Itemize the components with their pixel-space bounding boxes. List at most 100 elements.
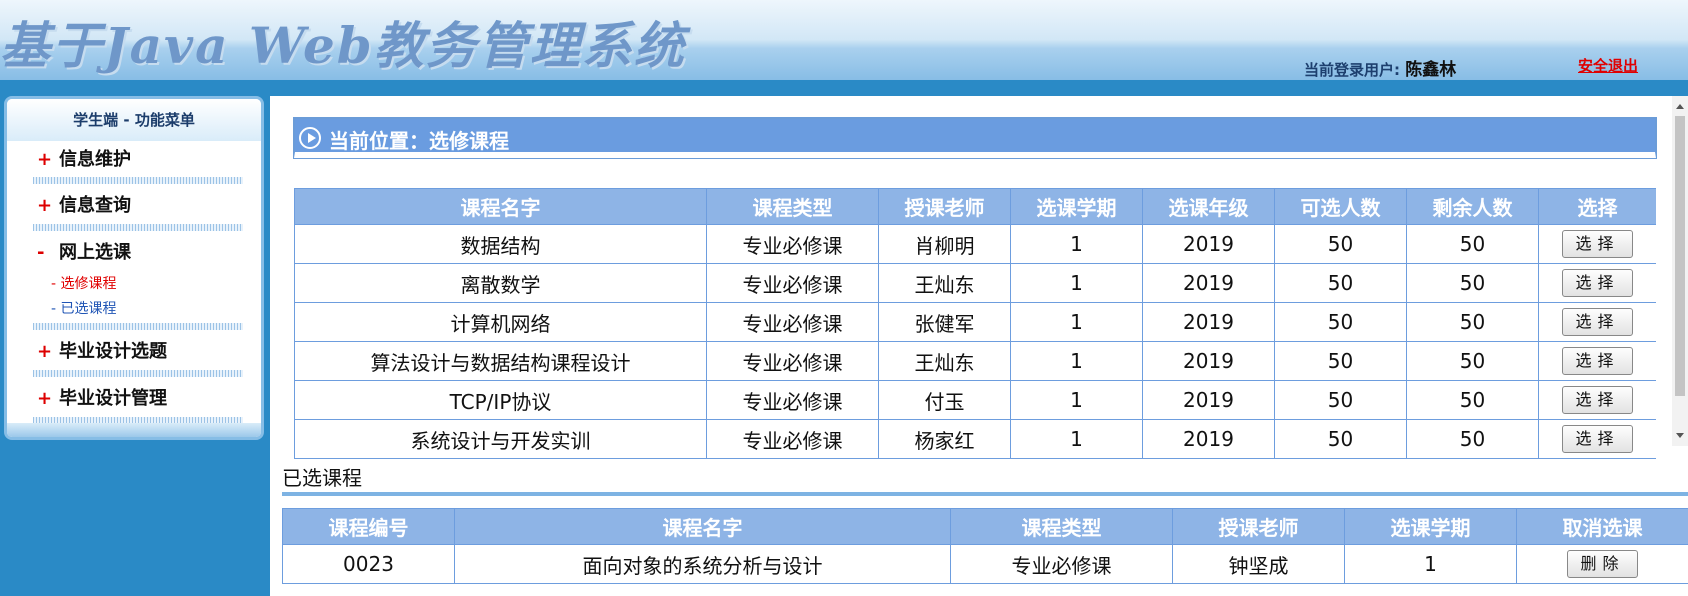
scroll-down-arrow-icon[interactable] — [1676, 433, 1684, 438]
sidebar-item-info-maintenance[interactable]: + 信息维护 — [37, 145, 131, 171]
table-row: 数据结构 专业必修课 肖柳明 1 2019 50 50 选择 — [294, 224, 1656, 264]
select-button[interactable]: 选择 — [1562, 386, 1633, 414]
sidebar-subitem-selected-courses[interactable]: - 已选课程 — [51, 298, 117, 318]
column-header: 课程名字 — [294, 188, 707, 225]
column-header: 课程类型 — [950, 508, 1173, 545]
table-row: 离散数学 专业必修课 王灿东 1 2019 50 50 选择 — [294, 263, 1656, 303]
play-circle-icon — [299, 127, 321, 149]
scrollbar-thumb[interactable] — [1675, 116, 1685, 396]
course-type-cell: 专业必修课 — [706, 341, 879, 381]
course-type-cell: 专业必修课 — [950, 544, 1173, 584]
sidebar-item-label: 信息查询 — [59, 195, 131, 216]
grade-cell: 2019 — [1142, 341, 1275, 381]
current-user-label: 当前登录用户: — [1304, 61, 1400, 79]
column-header: 选课年级 — [1142, 188, 1275, 225]
course-name-cell: 离散数学 — [294, 263, 707, 303]
capacity-cell: 50 — [1274, 302, 1407, 342]
logout-link[interactable]: 安全退出 — [1578, 55, 1638, 76]
sidebar-item-info-query[interactable]: + 信息查询 — [37, 191, 131, 217]
course-name-cell: 系统设计与开发实训 — [294, 419, 707, 459]
expand-icon: + — [37, 195, 53, 216]
grade-cell: 2019 — [1142, 380, 1275, 420]
select-button[interactable]: 选择 — [1562, 347, 1633, 375]
grade-cell: 2019 — [1142, 419, 1275, 459]
remaining-cell: 50 — [1406, 341, 1539, 381]
semester-cell: 1 — [1010, 302, 1143, 342]
column-header: 课程名字 — [454, 508, 951, 545]
teacher-cell: 王灿东 — [878, 263, 1011, 303]
semester-cell: 1 — [1344, 544, 1517, 584]
sidebar-item-online-enrollment[interactable]: - 网上选课 — [37, 238, 131, 264]
course-name-cell: 计算机网络 — [294, 302, 707, 342]
select-cell: 选择 — [1538, 302, 1656, 342]
semester-cell: 1 — [1010, 380, 1143, 420]
semester-cell: 1 — [1010, 224, 1143, 264]
course-table: 课程名字 课程类型 授课老师 选课学期 选课年级 可选人数 剩余人数 选择 数据… — [294, 188, 1656, 459]
table-row: 系统设计与开发实训 专业必修课 杨家红 1 2019 50 50 选择 — [294, 419, 1656, 459]
course-name-cell: 面向对象的系统分析与设计 — [454, 544, 951, 584]
grade-cell: 2019 — [1142, 263, 1275, 303]
selected-course-table: 课程编号 课程名字 课程类型 授课老师 选课学期 取消选课 0023 面向对象的… — [282, 508, 1688, 584]
app-title: 基于Java Web教务管理系统 — [0, 16, 686, 75]
cancel-cell: 删除 — [1516, 544, 1688, 584]
current-user: 当前登录用户: 陈鑫林 — [1304, 55, 1456, 80]
select-cell: 选择 — [1538, 341, 1656, 381]
collapse-icon: - — [37, 242, 45, 263]
capacity-cell: 50 — [1274, 419, 1407, 459]
column-header: 授课老师 — [1172, 508, 1345, 545]
menu-divider — [33, 370, 243, 377]
course-type-cell: 专业必修课 — [706, 302, 879, 342]
course-name-cell: 数据结构 — [294, 224, 707, 264]
select-button[interactable]: 选择 — [1562, 230, 1633, 258]
grade-cell: 2019 — [1142, 302, 1275, 342]
course-type-cell: 专业必修课 — [706, 419, 879, 459]
capacity-cell: 50 — [1274, 341, 1407, 381]
select-cell: 选择 — [1538, 380, 1656, 420]
sidebar-subitem-elective-courses[interactable]: - 选修课程 — [51, 273, 117, 293]
breadcrumb: 当前位置：选修课程 — [293, 117, 1657, 159]
teacher-cell: 付玉 — [878, 380, 1011, 420]
expand-icon: + — [37, 149, 53, 170]
capacity-cell: 50 — [1274, 380, 1407, 420]
menu-divider — [33, 323, 243, 330]
column-header: 剩余人数 — [1406, 188, 1539, 225]
course-id-cell: 0023 — [282, 544, 455, 584]
select-cell: 选择 — [1538, 263, 1656, 303]
expand-icon: + — [37, 388, 53, 409]
teacher-cell: 王灿东 — [878, 341, 1011, 381]
sidebar-item-label: 毕业设计选题 — [59, 341, 167, 362]
sidebar-menu: 学生端 - 功能菜单 + 信息维护 + 信息查询 - 网上选课 - 选修课程 - 已选… — [4, 96, 264, 440]
column-header: 可选人数 — [1274, 188, 1407, 225]
scroll-up-arrow-icon[interactable] — [1676, 104, 1684, 109]
course-type-cell: 专业必修课 — [706, 380, 879, 420]
select-cell: 选择 — [1538, 419, 1656, 459]
teacher-cell: 肖柳明 — [878, 224, 1011, 264]
remaining-cell: 50 — [1406, 302, 1539, 342]
teacher-cell: 钟坚成 — [1172, 544, 1345, 584]
main-content: 当前位置：选修课程 课程名字 课程类型 授课老师 选课学期 选课年级 可选人数 … — [270, 96, 1688, 596]
table-row: 计算机网络 专业必修课 张健军 1 2019 50 50 选择 — [294, 302, 1656, 342]
select-button[interactable]: 选择 — [1562, 425, 1633, 453]
column-header: 课程类型 — [706, 188, 879, 225]
course-table-scroll[interactable]: 课程名字 课程类型 授课老师 选课学期 选课年级 可选人数 剩余人数 选择 数据… — [294, 188, 1656, 543]
remaining-cell: 50 — [1406, 380, 1539, 420]
course-type-cell: 专业必修课 — [706, 224, 879, 264]
teacher-cell: 张健军 — [878, 302, 1011, 342]
sidebar-item-thesis-topic[interactable]: + 毕业设计选题 — [37, 337, 167, 363]
course-name-cell: TCP/IP协议 — [294, 380, 707, 420]
sidebar-item-label: 网上选课 — [59, 242, 131, 263]
sidebar-item-thesis-management[interactable]: + 毕业设计管理 — [37, 384, 167, 410]
vertical-scrollbar[interactable] — [1672, 96, 1688, 446]
select-button[interactable]: 选择 — [1562, 269, 1633, 297]
table-header-row: 课程编号 课程名字 课程类型 授课老师 选课学期 取消选课 — [282, 508, 1688, 545]
column-header: 选课学期 — [1344, 508, 1517, 545]
capacity-cell: 50 — [1274, 224, 1407, 264]
select-button[interactable]: 选择 — [1562, 308, 1633, 336]
column-header: 课程编号 — [282, 508, 455, 545]
app-header: 基于Java Web教务管理系统 当前登录用户: 陈鑫林 安全退出 — [0, 0, 1688, 88]
delete-button[interactable]: 删除 — [1567, 550, 1638, 578]
semester-cell: 1 — [1010, 341, 1143, 381]
table-row: TCP/IP协议 专业必修课 付玉 1 2019 50 50 选择 — [294, 380, 1656, 420]
remaining-cell: 50 — [1406, 224, 1539, 264]
header-band — [0, 80, 1688, 88]
